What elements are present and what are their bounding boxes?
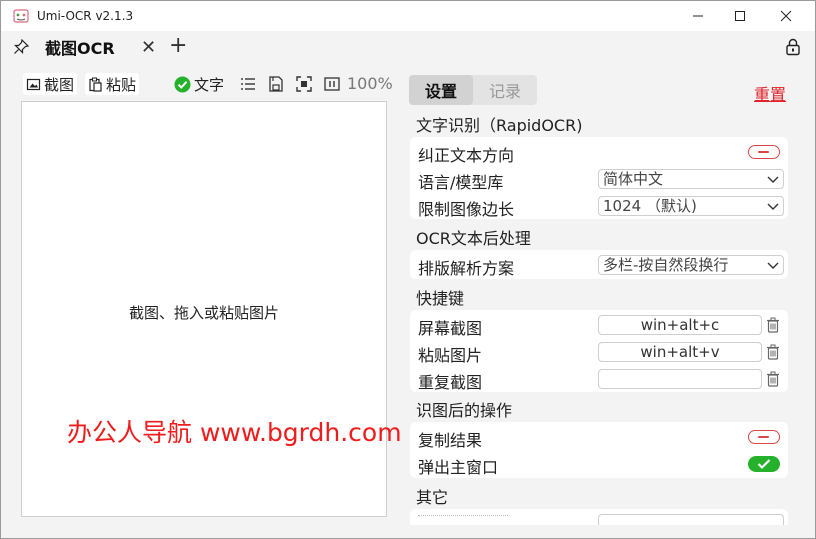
check-icon — [757, 459, 771, 470]
hotkey-paste-input[interactable]: win+alt+v — [598, 342, 762, 362]
copy-result-label: 复制结果 — [418, 431, 483, 450]
paste-label: 粘贴 — [106, 75, 137, 94]
layout-select[interactable]: 多栏-按自然段换行 — [598, 255, 784, 275]
limit-select[interactable]: 1024 （默认) — [598, 196, 784, 216]
after-actions-card: 复制结果 弹出主窗口 — [410, 422, 788, 478]
orientation-label: 纠正文本方向 — [418, 146, 515, 165]
text-toggle[interactable]: 文字 — [171, 73, 227, 95]
panel-tabs: 设置 记录 — [409, 75, 537, 105]
trash-icon[interactable] — [766, 344, 780, 360]
app-window: Umi-OCR v2.1.3 截图OCR ✕ + 截图 粘贴 文字 100% 截… — [0, 0, 816, 539]
minimize-button[interactable] — [675, 1, 721, 31]
maximize-icon — [735, 11, 745, 21]
limit-value: 1024 （默认) — [603, 197, 697, 215]
screenshot-button[interactable]: 截图 — [23, 73, 78, 95]
image-drop-area[interactable]: 截图、拖入或粘贴图片 — [21, 101, 387, 517]
section-title-post: OCR文本后处理 — [416, 229, 531, 248]
chevron-down-icon — [767, 176, 779, 183]
hotkeys-card: 屏幕截图 win+alt+c 粘贴图片 win+alt+v 重复截图 — [410, 310, 788, 392]
post-settings-card: 排版解析方案 多栏-按自然段换行 — [410, 250, 788, 279]
text-toggle-label: 文字 — [194, 75, 225, 94]
orientation-switch[interactable] — [748, 145, 780, 159]
title-bar: Umi-OCR v2.1.3 — [1, 1, 815, 31]
actual-size-icon[interactable] — [323, 75, 341, 93]
limit-label: 限制图像边长 — [418, 200, 515, 219]
app-logo-icon — [13, 9, 29, 23]
minimize-icon — [693, 15, 703, 17]
tab-records[interactable]: 记录 — [473, 75, 537, 105]
other-settings-card — [410, 509, 788, 525]
layout-value: 多栏-按自然段换行 — [603, 256, 729, 274]
tab-label: 截图OCR — [45, 39, 115, 58]
tab-screenshot-ocr[interactable]: 截图OCR — [37, 33, 115, 61]
close-icon — [780, 10, 792, 22]
language-label: 语言/模型库 — [418, 173, 504, 192]
paste-icon — [89, 77, 102, 92]
tab-settings[interactable]: 设置 — [409, 75, 473, 105]
drop-hint: 截图、拖入或粘贴图片 — [128, 304, 279, 322]
close-window-button[interactable] — [763, 1, 809, 31]
chevron-down-icon — [767, 203, 779, 210]
chevron-down-icon — [767, 262, 779, 269]
section-title-other: 其它 — [416, 488, 449, 507]
language-value: 简体中文 — [603, 170, 664, 188]
settings-panel: 设置 记录 重置 文字识别（RapidOCR) 纠正文本方向 语言/模型库 简体… — [402, 67, 801, 525]
save-icon[interactable] — [267, 75, 285, 93]
ocr-settings-card: 纠正文本方向 语言/模型库 简体中文 限制图像边长 1024 （默认) — [410, 137, 788, 219]
screenshot-label: 截图 — [44, 75, 75, 94]
hotkey-screenshot-label: 屏幕截图 — [418, 319, 483, 338]
add-tab-icon[interactable]: + — [169, 33, 187, 58]
tab-bar: 截图OCR — [1, 31, 815, 63]
layout-label: 排版解析方案 — [418, 259, 515, 278]
section-title-ocr: 文字识别（RapidOCR) — [416, 116, 583, 135]
trash-icon[interactable] — [766, 371, 780, 387]
paste-button[interactable]: 粘贴 — [85, 73, 140, 95]
hotkey-repeat-input[interactable] — [598, 369, 762, 389]
clipped-row-select[interactable] — [598, 514, 784, 525]
fit-screen-icon[interactable] — [295, 75, 313, 93]
section-title-after: 识图后的操作 — [416, 401, 513, 420]
copy-result-switch[interactable] — [748, 430, 780, 444]
screenshot-icon — [26, 78, 41, 90]
watermark-text: 办公人导航 www.bgrdh.com — [67, 418, 402, 447]
maximize-button[interactable] — [717, 1, 763, 31]
window-title: Umi-OCR v2.1.3 — [37, 9, 134, 23]
image-panel: 截图 粘贴 文字 100% 截图、拖入或粘贴图片 — [15, 67, 393, 523]
clipped-row-label — [418, 515, 508, 521]
pin-icon[interactable] — [13, 39, 29, 55]
list-icon[interactable] — [239, 75, 257, 93]
hotkey-repeat-label: 重复截图 — [418, 373, 483, 392]
lock-icon[interactable] — [785, 38, 801, 56]
trash-icon[interactable] — [766, 317, 780, 333]
hotkey-paste-label: 粘贴图片 — [418, 346, 483, 365]
popup-window-switch[interactable] — [748, 456, 780, 472]
language-select[interactable]: 简体中文 — [598, 169, 784, 189]
section-title-hotkeys: 快捷键 — [416, 289, 465, 308]
tab-close-icon[interactable]: ✕ — [141, 37, 156, 58]
checked-icon — [174, 76, 191, 92]
hotkey-screenshot-input[interactable]: win+alt+c — [598, 315, 762, 335]
zoom-level[interactable]: 100% — [347, 74, 393, 93]
reset-link[interactable]: 重置 — [754, 81, 786, 105]
popup-window-label: 弹出主窗口 — [418, 458, 499, 477]
